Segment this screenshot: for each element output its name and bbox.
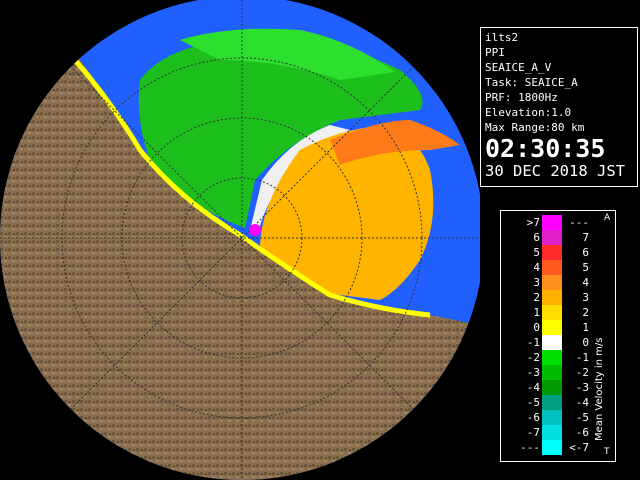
legend-color-swatch [542,260,562,275]
legend-color-swatch [542,305,562,320]
legend-color-swatch [542,215,562,230]
legend-color-swatch [542,365,562,380]
legend-row: 34 [501,275,615,290]
scan-time: 02:30:35 [485,134,606,163]
radar-site-marker [249,224,261,236]
legend-right-value: 3 [582,291,589,304]
legend-color-swatch [542,350,562,365]
legend-color-swatch [542,440,562,455]
legend-left-value: -5 [526,396,540,409]
legend-color-swatch [542,335,562,350]
legend-left-value: 6 [533,231,540,244]
legend-row: 67 [501,230,615,245]
legend-row: 45 [501,260,615,275]
legend-color-swatch [542,425,562,440]
scan-type: PPI [485,46,505,59]
legend-color-swatch [542,380,562,395]
legend-left-value: 0 [533,321,540,334]
legend-left-value: -3 [526,366,540,379]
prf-value: PRF: 1800Hz [485,91,558,104]
legend-row: 12 [501,305,615,320]
legend-row: 56 [501,245,615,260]
legend-color-swatch [542,290,562,305]
legend-row: 23 [501,290,615,305]
legend-row: >7 --- [501,215,615,230]
legend-right-value: -2 [575,366,589,379]
legend-right-value: 1 [582,321,589,334]
legend-right-value: -6 [575,426,589,439]
legend-title: Mean Velocity in m/s [594,337,605,441]
legend-left-value: >7 [526,216,540,229]
legend-right-value: 0 [582,336,589,349]
velocity-legend: A T >7 --- 6 7 5 6 4 5 3 4 2 3 1 2 0 1 -1 0 -2 -1 -3 -2 -4 -3 -5… [500,210,616,462]
legend-right-value: --- [569,216,589,229]
legend-right-value: -5 [575,411,589,424]
scan-date: 30 DEC 2018 JST [485,162,625,180]
legend-color-swatch [542,410,562,425]
legend-right-value: 7 [582,231,589,244]
task-name: Task: SEAICE_A [485,76,578,89]
elevation-value: Elevation:1.0 [485,106,572,119]
legend-right-value: -3 [575,381,589,394]
legend-right-value: <-7 [569,441,589,454]
legend-left-value: -6 [526,411,540,424]
legend-color-swatch [542,320,562,335]
legend-right-value: -4 [575,396,589,409]
legend-right-value: 5 [582,261,589,274]
max-range-value: Max Range:80 km [485,121,585,134]
legend-left-value: -7 [526,426,540,439]
legend-color-swatch [542,395,562,410]
radar-ppi-display [0,0,480,480]
legend-right-value: -1 [575,351,589,364]
legend-left-value: 1 [533,306,540,319]
legend-color-swatch [542,245,562,260]
legend-left-value: -2 [526,351,540,364]
legend-left-value: -1 [526,336,540,349]
legend-right-value: 6 [582,246,589,259]
legend-color-swatch [542,230,562,245]
legend-row: --- <-7 [501,440,615,455]
legend-right-value: 4 [582,276,589,289]
legend-left-value: 2 [533,291,540,304]
legend-left-value: 4 [533,261,540,274]
legend-left-value: 5 [533,246,540,259]
legend-row: 01 [501,320,615,335]
legend-left-value: -4 [526,381,540,394]
legend-color-swatch [542,275,562,290]
legend-right-value: 2 [582,306,589,319]
site-name: ilts2 [485,31,519,44]
legend-left-value: 3 [533,276,540,289]
product-name: SEAICE_A_V [485,61,552,74]
scan-info-panel: ilts2 PPI SEAICE_A_V Task: SEAICE_A PRF:… [480,27,638,187]
legend-left-value: --- [520,441,540,454]
